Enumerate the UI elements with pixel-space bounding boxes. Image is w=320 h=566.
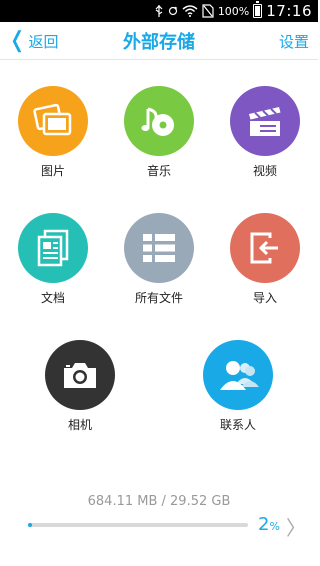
battery-percent: 100% [217,4,250,18]
storage-progress-fill [28,523,32,527]
category-label: 导入 [252,291,277,305]
category-import[interactable]: 导入 [220,213,310,306]
all-files-icon [124,213,194,283]
category-label: 文档 [40,291,65,305]
storage-progress-bar [28,523,248,527]
category-music[interactable]: 音乐 [114,86,204,179]
camera-icon [45,340,115,410]
category-all-files[interactable]: 所有文件 [114,213,204,306]
storage-percent: 2% [258,514,280,535]
contacts-icon [203,340,273,410]
status-bar: 100% 17:16 [0,0,318,22]
category-label: 视频 [252,164,277,178]
page-title: 外部存储 [123,32,195,53]
clock: 17:16 [266,2,312,20]
settings-button[interactable]: 设置 [279,22,309,60]
category-video[interactable]: 视频 [220,86,310,179]
category-label: 图片 [40,164,65,178]
storage-percent-value: 2 [258,514,270,535]
music-icon [124,86,194,156]
import-icon [230,213,300,283]
category-label: 相机 [67,418,92,432]
wifi-icon [182,5,198,17]
header-bar: ❬ 返回 外部存储 设置 [0,22,318,60]
category-documents[interactable]: 文档 [8,213,98,306]
category-label: 所有文件 [134,291,183,305]
battery-icon [253,1,263,18]
usb-icon [154,5,164,17]
category-images[interactable]: 图片 [8,86,98,179]
chevron-right-icon[interactable]: 〉 [286,512,306,541]
storage-usage-text: 684.11 MB / 29.52 GB [87,494,231,509]
category-contacts[interactable]: 联系人 [193,340,283,433]
storage-percent-sign: % [269,520,280,533]
image-icon [18,86,88,156]
no-sim-icon [202,4,214,18]
category-camera[interactable]: 相机 [35,340,125,433]
status-icons: 100% 17:16 [154,0,312,22]
sync-icon [168,6,178,16]
document-icon [18,213,88,283]
category-label: 联系人 [219,418,256,432]
video-icon [230,86,300,156]
category-label: 音乐 [146,164,171,178]
